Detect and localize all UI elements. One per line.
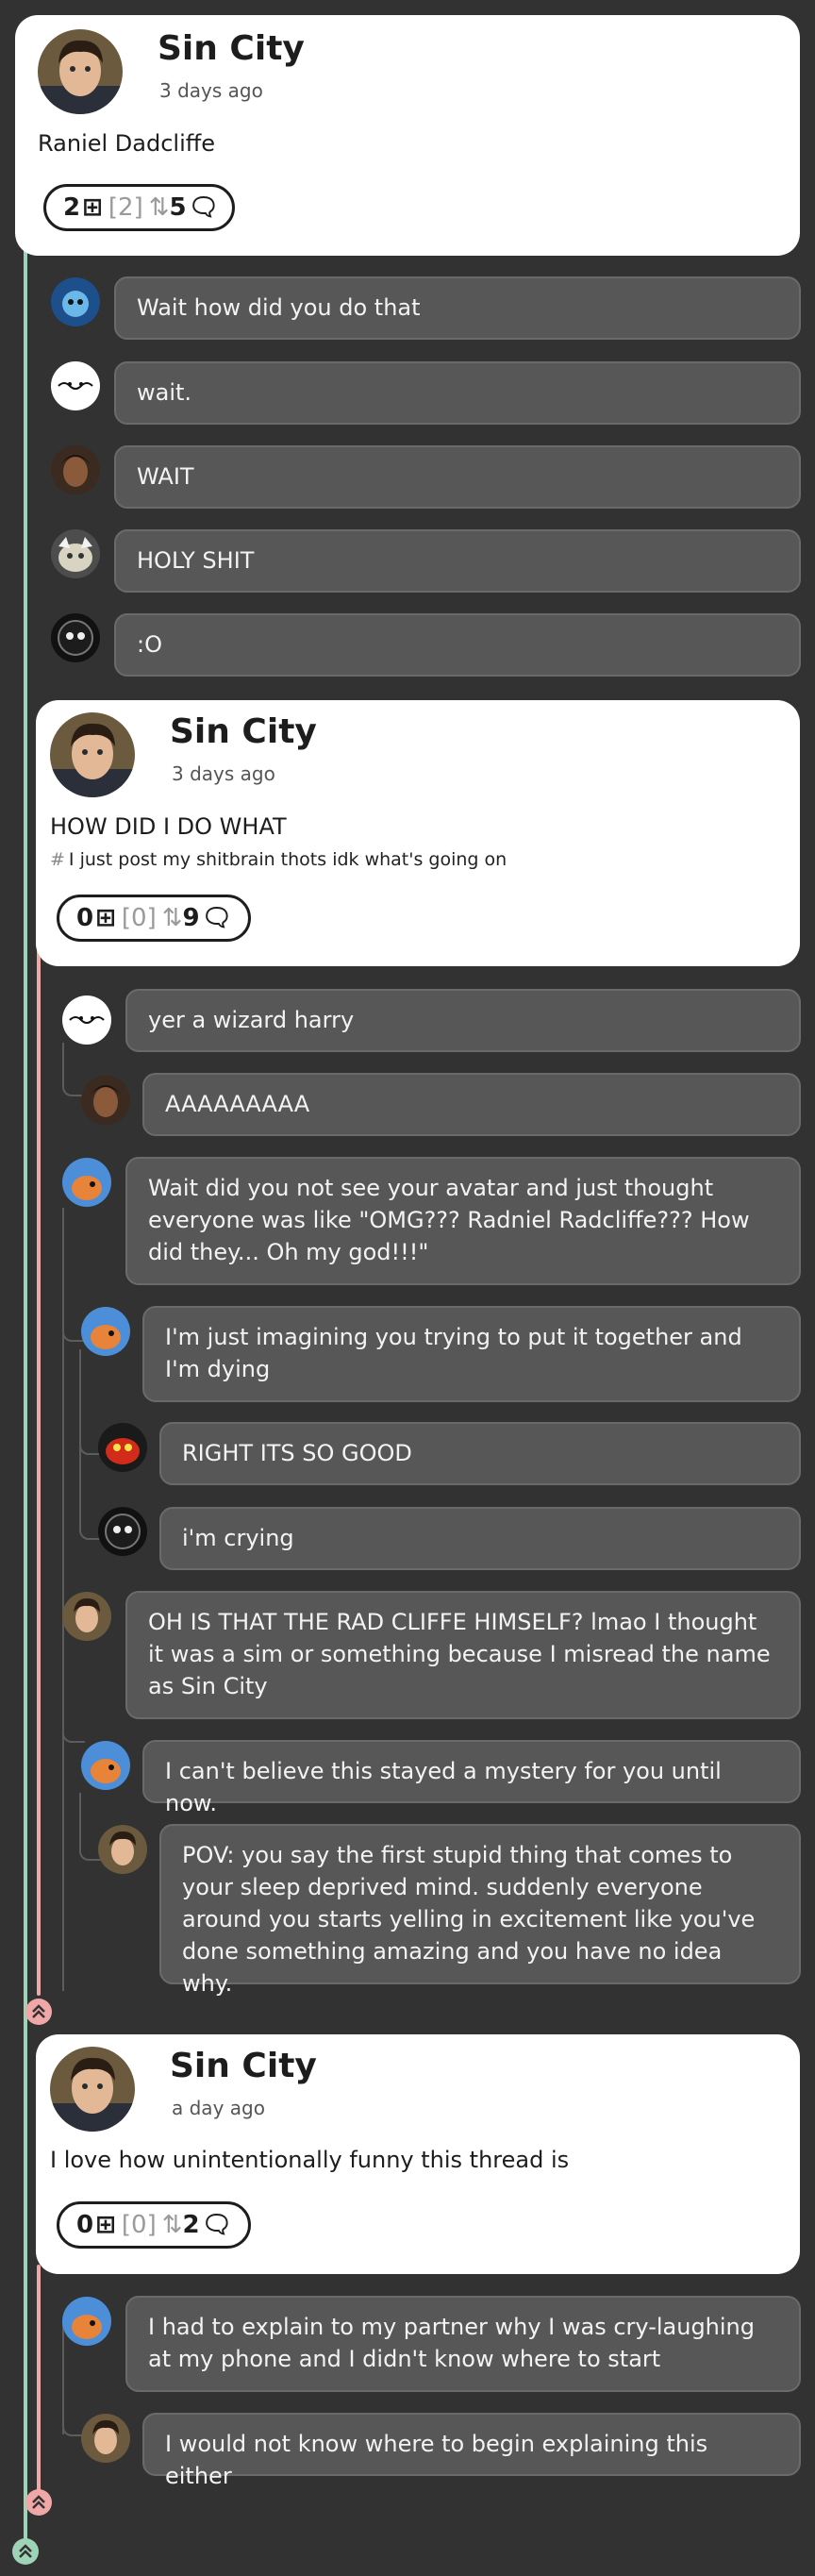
avatar[interactable] bbox=[51, 529, 100, 578]
comment-count: 2 bbox=[182, 2211, 200, 2239]
reblog-icon[interactable]: ⇅ bbox=[162, 904, 183, 932]
reblog-count: [0] bbox=[121, 2211, 157, 2239]
reply-bubble[interactable]: I'm just imagining you trying to put it … bbox=[142, 1306, 801, 1402]
post-tag[interactable]: # I just post my shitbrain thots idk what… bbox=[50, 848, 507, 871]
avatar[interactable] bbox=[51, 613, 100, 662]
chevron-double-up-icon bbox=[19, 2544, 32, 2558]
avatar[interactable] bbox=[51, 277, 100, 326]
post-timestamp: 3 days ago bbox=[159, 79, 263, 102]
thread-connector bbox=[62, 1647, 85, 1743]
chevron-double-up-icon bbox=[32, 2004, 45, 2018]
reblog-count: [2] bbox=[108, 193, 143, 222]
thread-connector bbox=[79, 1415, 102, 1540]
avatar[interactable] bbox=[81, 2414, 130, 2463]
thread-line-post2 bbox=[37, 944, 41, 1996]
post-stats: 0 ⊞ [0] ⇅ 2 🗨 bbox=[57, 2201, 251, 2249]
thread-line-main bbox=[24, 208, 27, 2543]
reply-bubble[interactable]: HOLY SHIT bbox=[114, 529, 801, 593]
avatar[interactable] bbox=[98, 1423, 147, 1472]
reblog-icon[interactable]: ⇅ bbox=[162, 2211, 183, 2239]
plus-count: 0 bbox=[76, 904, 94, 932]
thread-connector bbox=[62, 2378, 85, 2436]
reblog-icon[interactable]: ⇅ bbox=[149, 193, 170, 222]
post-card: Sin City 3 days ago HOW DID I DO WHAT # I… bbox=[36, 700, 800, 966]
plus-square-icon[interactable]: ⊞ bbox=[95, 904, 116, 932]
avatar[interactable] bbox=[62, 2297, 111, 2346]
reblog-count: [0] bbox=[121, 904, 157, 932]
reply-bubble[interactable]: RIGHT ITS SO GOOD bbox=[159, 1422, 801, 1485]
reply-bubble[interactable]: :O bbox=[114, 613, 801, 677]
comment-count: 5 bbox=[169, 193, 187, 222]
post-title[interactable]: Sin City bbox=[170, 711, 317, 753]
post-body: Raniel Dadcliffe bbox=[38, 130, 216, 157]
reply-bubble[interactable]: wait. bbox=[114, 361, 801, 425]
comment-bubble-icon[interactable]: 🗨 bbox=[202, 904, 233, 932]
plus-square-icon[interactable]: ⊞ bbox=[95, 2211, 116, 2239]
avatar[interactable] bbox=[98, 1507, 147, 1556]
post-title[interactable]: Sin City bbox=[158, 28, 305, 70]
avatar[interactable] bbox=[81, 1307, 130, 1356]
plus-square-icon[interactable]: ⊞ bbox=[82, 193, 103, 222]
reply-bubble[interactable]: Wait how did you do that bbox=[114, 276, 801, 340]
reply-bubble[interactable]: Wait did you not see your avatar and jus… bbox=[125, 1157, 801, 1285]
comment-count: 9 bbox=[182, 904, 200, 932]
post-timestamp: 3 days ago bbox=[172, 762, 275, 785]
post-card: Sin City a day ago I love how unintentio… bbox=[36, 2034, 800, 2274]
avatar[interactable] bbox=[50, 712, 135, 797]
reply-bubble[interactable]: AAAAAAAAA bbox=[142, 1073, 801, 1136]
chevron-double-up-icon bbox=[32, 2495, 45, 2509]
plus-count: 0 bbox=[76, 2211, 94, 2239]
collapse-thread-button[interactable] bbox=[12, 2538, 39, 2565]
reply-bubble[interactable]: I can't believe this stayed a mystery fo… bbox=[142, 1740, 801, 1816]
post-stats: 2 ⊞ [2] ⇅ 5 🗨 bbox=[43, 184, 235, 231]
collapse-thread-button[interactable] bbox=[25, 2489, 52, 2516]
reply-bubble[interactable]: WAIT bbox=[114, 445, 801, 509]
reply-bubble[interactable]: OH IS THAT THE RAD CLIFFE HIMSELF? lmao … bbox=[125, 1591, 801, 1719]
thread-line-post3 bbox=[37, 2265, 41, 2501]
avatar[interactable] bbox=[38, 29, 123, 114]
avatar[interactable] bbox=[62, 1592, 111, 1641]
tag-hash: # bbox=[50, 849, 65, 870]
avatar[interactable] bbox=[81, 1741, 130, 1790]
post-card: Sin City 3 days ago Raniel Dadcliffe 2 ⊞… bbox=[15, 15, 800, 256]
reply-bubble[interactable]: I had to explain to my partner why I was… bbox=[125, 2296, 801, 2392]
reply-bubble[interactable]: i'm crying bbox=[159, 1507, 801, 1570]
comment-bubble-icon[interactable]: 🗨 bbox=[202, 2211, 233, 2239]
avatar[interactable] bbox=[50, 2047, 135, 2132]
plus-count: 2 bbox=[63, 193, 81, 222]
post-body: HOW DID I DO WHAT bbox=[50, 813, 287, 840]
reply-bubble[interactable]: I would not know where to begin explaini… bbox=[142, 2413, 801, 2489]
tag-text: I just post my shitbrain thots idk what'… bbox=[68, 849, 507, 870]
avatar[interactable] bbox=[51, 445, 100, 494]
reply-bubble[interactable]: yer a wizard harry bbox=[125, 989, 801, 1052]
avatar[interactable] bbox=[62, 1158, 111, 1207]
avatar[interactable] bbox=[62, 995, 111, 1045]
post-title[interactable]: Sin City bbox=[170, 2046, 317, 2087]
avatar[interactable] bbox=[81, 1076, 130, 1125]
avatar[interactable] bbox=[98, 1825, 147, 1874]
thread-connector bbox=[62, 1043, 85, 1096]
reply-bubble[interactable]: POV: you say the first stupid thing that… bbox=[159, 1824, 801, 1997]
post-stats: 0 ⊞ [0] ⇅ 9 🗨 bbox=[57, 895, 251, 942]
post-timestamp: a day ago bbox=[172, 2097, 265, 2119]
collapse-thread-button[interactable] bbox=[25, 1999, 52, 2025]
comment-bubble-icon[interactable]: 🗨 bbox=[189, 193, 220, 222]
post-body: I love how unintentionally funny this th… bbox=[50, 2147, 570, 2173]
avatar[interactable] bbox=[51, 361, 100, 410]
